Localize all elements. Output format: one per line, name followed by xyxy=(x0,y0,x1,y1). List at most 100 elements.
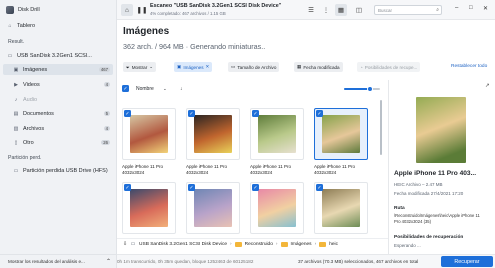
maximize-button[interactable]: □ xyxy=(469,5,473,11)
slider-knob[interactable] xyxy=(366,86,373,92)
chevron-down-icon[interactable]: ⌄ xyxy=(163,86,167,92)
recovery-chances-filter[interactable]: ◔ Posibilidades de recupe... xyxy=(357,62,421,72)
sidebar-item-audio[interactable]: ♪ Audio xyxy=(3,94,113,105)
chevron-up-icon: ⌃ xyxy=(105,259,111,265)
tile-checkbox[interactable]: ✓ xyxy=(124,110,131,117)
tree-view-icon: ⋮ xyxy=(322,7,330,14)
tile-checkbox[interactable]: ✓ xyxy=(188,110,195,117)
disk-drill-logo-icon xyxy=(6,6,14,14)
image-tile[interactable]: ✓ Apple iPhone 11 Pro 4032x3024 xyxy=(122,108,188,178)
folder-icon xyxy=(234,241,242,247)
drive-icon: ▭ xyxy=(130,241,136,247)
archive-icon: ▥ xyxy=(13,125,19,132)
preview-photo xyxy=(416,97,466,163)
thumbnail-image xyxy=(194,189,232,227)
scan-time-status: 0h 1m transcurrido, 0h 35m quedan, bloqu… xyxy=(117,259,254,264)
tree-view-button[interactable]: ⋮ xyxy=(320,4,332,16)
tile-checkbox[interactable]: ✓ xyxy=(316,110,323,117)
show-filter-dropdown[interactable]: ⏷ Mostrar ⌄ xyxy=(123,62,157,72)
folder-icon xyxy=(319,241,327,247)
sidebar-item-documents[interactable]: ▤ Documentos 5 xyxy=(3,108,113,119)
image-tile[interactable]: ✓ Apple iPhone 11 Pro 4032x3024 xyxy=(314,108,380,178)
partition-icon: ▭ xyxy=(13,167,19,174)
home-icon: ⌂ xyxy=(8,22,12,29)
modified-date-filter[interactable]: ▦ Fecha modificada xyxy=(294,62,343,72)
top-toolbar: ⌂ ❚❚ Escaneo "USB SanDisk 3.2Gen1 SCSI D… xyxy=(117,0,495,20)
thumbnail-image xyxy=(258,189,296,227)
sidebar-item-label: Documentos xyxy=(23,110,54,117)
pause-button[interactable]: ❚❚ xyxy=(136,4,148,16)
lost-partitions-section-header: Partición perd. xyxy=(8,155,42,161)
preview-modified-date: Fecha modificada 27/4/2021 17:20 xyxy=(394,191,464,196)
sidebar-item-label: Archivos xyxy=(23,125,45,132)
tile-checkbox[interactable]: ✓ xyxy=(316,184,323,191)
size-icon: ▭ xyxy=(231,64,236,69)
recover-button[interactable]: Recuperar xyxy=(441,256,493,267)
thumbnail-image xyxy=(194,115,232,153)
chevron-right-icon: › xyxy=(314,241,317,247)
panel-icon: ◫ xyxy=(355,7,363,14)
sidebar-item-archives[interactable]: ▥ Archivos 4 xyxy=(3,123,113,134)
reset-all-link[interactable]: Restablecer todo xyxy=(451,64,487,69)
file-size-filter[interactable]: ▭ Tamaño de Archivo xyxy=(228,62,280,72)
scan-results-footer[interactable]: Mostrar los resultados del análisis e...… xyxy=(0,254,117,268)
thumbnail-size-slider[interactable] xyxy=(344,86,380,92)
sidebar-item-device[interactable]: ▭ USB SanDisk 3.2Gen1 SCSI... xyxy=(3,50,113,61)
tile-caption: Apple iPhone 11 Pro 4032x3024 xyxy=(314,164,355,175)
open-external-icon[interactable]: ↗ xyxy=(485,83,490,89)
selection-status: 37 archivos (70.3 MB) seleccionados, 467… xyxy=(298,259,419,264)
filter-icon: ⏷ xyxy=(126,64,130,70)
count-badge: 4 xyxy=(103,126,110,131)
chevron-right-icon: › xyxy=(230,241,232,247)
name-column-header[interactable]: Nombre xyxy=(136,86,154,92)
sidebar-item-other[interactable]: ▯ Otro 26 xyxy=(3,137,113,148)
thumbnail-image xyxy=(130,189,168,227)
grid-view-button[interactable]: ▦ xyxy=(335,4,347,16)
tile-caption: Apple iPhone 11 Pro 4032x3024 xyxy=(250,164,291,175)
minimize-button[interactable]: – xyxy=(455,5,458,11)
images-filter-chip[interactable]: ▣ Imágenes ✕ xyxy=(174,62,213,72)
image-tile[interactable]: ✓ Apple iPhone 11 Pro 4032x3024 xyxy=(186,108,252,178)
preview-recovery-value: Esperando ... xyxy=(394,243,421,248)
tile-checkbox[interactable]: ✓ xyxy=(188,184,195,191)
search-input[interactable]: Buscar ⌕ xyxy=(374,5,442,15)
tile-checkbox[interactable]: ✓ xyxy=(124,184,131,191)
sidebar-item-dashboard[interactable]: ⌂ Tablero xyxy=(3,20,113,31)
vertical-scrollbar[interactable] xyxy=(380,100,382,155)
close-icon: ✕ xyxy=(205,64,210,69)
count-badge: 4 xyxy=(103,82,110,87)
sidebar-item-label: Partición perdida USB Drive (HFS) xyxy=(23,167,108,174)
tile-checkbox[interactable]: ✓ xyxy=(252,184,259,191)
list-view-button[interactable]: ☰ xyxy=(305,4,317,16)
breadcrumb-reconstructed[interactable]: Reconstruido xyxy=(245,242,273,247)
breadcrumb-heic[interactable]: heic xyxy=(329,242,338,247)
preview-panel-button[interactable]: ◫ xyxy=(353,4,365,16)
arrow-down-icon[interactable]: ⇩ xyxy=(123,242,127,247)
preview-type-size: HEIC Archivo – 2.47 MB xyxy=(394,182,443,187)
sort-direction-icon[interactable]: ↓ xyxy=(180,86,183,92)
select-all-checkbox[interactable]: ✓ xyxy=(122,85,129,92)
chevron-right-icon: › xyxy=(275,241,278,247)
breadcrumb-device[interactable]: USB SanDisk 3.2Gen1 SCSI Disk Device xyxy=(139,242,227,247)
count-badge: 5 xyxy=(103,111,110,116)
search-placeholder: Buscar xyxy=(378,7,393,13)
sidebar-item-lost-partition[interactable]: ▭ Partición perdida USB Drive (HFS) xyxy=(3,165,113,176)
home-button[interactable]: ⌂ xyxy=(121,4,133,16)
sidebar-item-videos[interactable]: ▶ Videos 4 xyxy=(3,79,113,90)
breadcrumb-images[interactable]: Imágenes xyxy=(291,242,312,247)
document-icon: ▤ xyxy=(13,110,19,117)
video-icon: ▶ xyxy=(14,81,18,88)
scan-title: Escaneo "USB SanDisk 3.2Gen1 SCSI Disk D… xyxy=(150,3,282,9)
close-button[interactable]: ✕ xyxy=(483,5,488,12)
sidebar-item-label: USB SanDisk 3.2Gen1 SCSI... xyxy=(17,52,92,59)
sidebar: Disk Drill ⌂ Tablero Result. ▭ USB SanDi… xyxy=(0,0,117,268)
tile-checkbox[interactable]: ✓ xyxy=(252,110,259,117)
folder-icon xyxy=(280,241,288,247)
show-filter-label: Mostrar xyxy=(131,64,148,70)
check-icon: ✓ xyxy=(123,85,128,92)
image-tile[interactable]: ✓ Apple iPhone 11 Pro 4032x3024 xyxy=(250,108,316,178)
file-icon: ▯ xyxy=(14,139,18,146)
sidebar-item-images[interactable]: ▣ Imágenes 467 xyxy=(3,64,113,75)
sidebar-item-label: Imágenes xyxy=(23,66,48,73)
sidebar-item-label: Audio xyxy=(23,96,38,103)
